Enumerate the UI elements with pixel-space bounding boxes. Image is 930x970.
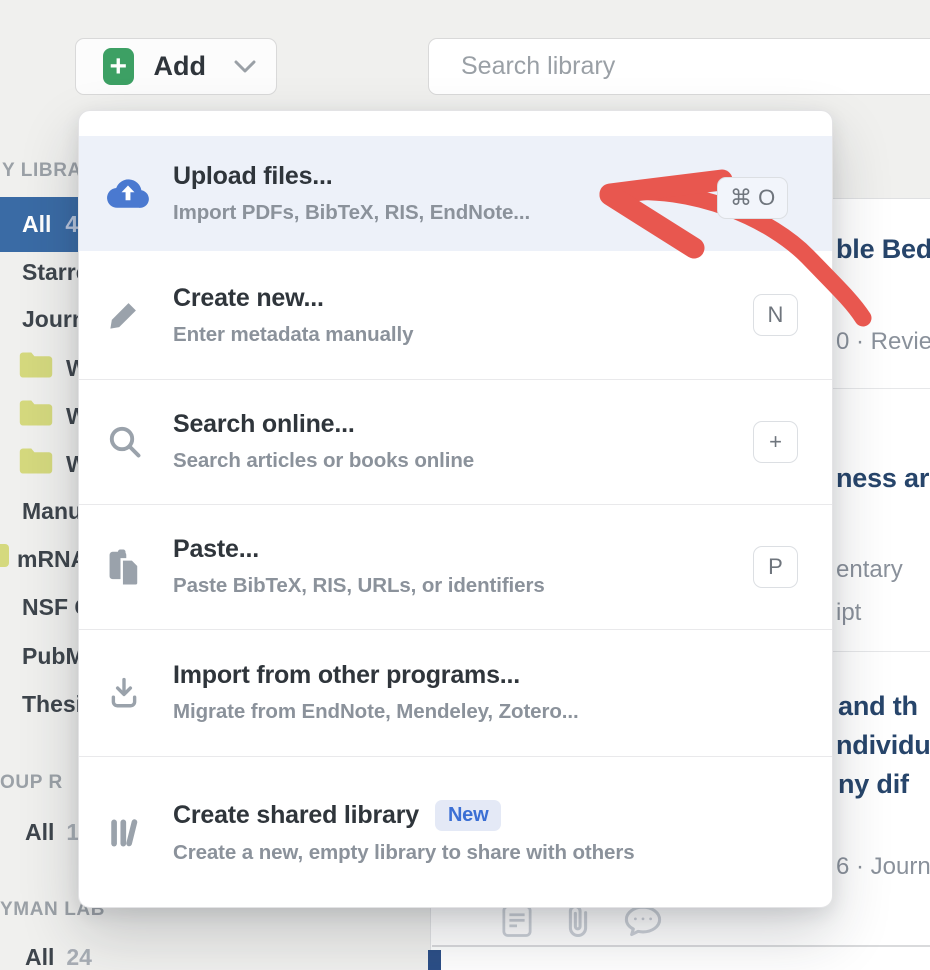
- menu-item-subtitle: Paste BibTeX, RIS, URLs, or identifiers: [173, 574, 753, 598]
- reference-title-fragment[interactable]: ble Bed: [836, 234, 930, 265]
- attachment-toolbar: [500, 903, 664, 939]
- list-divider: [432, 945, 930, 947]
- menu-item-import-programs[interactable]: Import from other programs... Migrate fr…: [79, 629, 832, 756]
- shared-library-icon: [107, 815, 153, 851]
- sidebar-item-mrna[interactable]: mRNA: [17, 546, 87, 573]
- search-input[interactable]: [461, 52, 861, 81]
- reference-title-fragment[interactable]: ness ar: [836, 463, 929, 494]
- next-item-marker: [428, 950, 441, 970]
- app-window: ble Bed 0 · Revie ness ar entary ipt and…: [0, 0, 930, 970]
- reference-title-fragment[interactable]: ndividu: [836, 730, 930, 761]
- search-field[interactable]: [428, 38, 930, 95]
- sidebar-item-pubmed[interactable]: PubM: [22, 643, 85, 670]
- add-dropdown-menu: Upload files... Import PDFs, BibTeX, RIS…: [78, 110, 833, 908]
- menu-item-title: Search online...: [173, 410, 753, 439]
- menu-item-title: Create new...: [173, 284, 753, 313]
- shortcut-badge: N: [753, 294, 798, 336]
- paperclip-icon[interactable]: [564, 903, 592, 939]
- cloud-upload-icon: [107, 177, 153, 211]
- item-count: 24: [66, 944, 92, 970]
- sidebar-item-journal[interactable]: Journ: [22, 306, 86, 333]
- plus-icon: +: [103, 48, 134, 85]
- comment-icon[interactable]: [622, 903, 664, 939]
- menu-item-title: Import from other programs...: [173, 661, 798, 690]
- sidebar-item-thesis[interactable]: Thesi: [22, 691, 82, 718]
- menu-item-title: Paste...: [173, 535, 753, 564]
- sidebar-header-my-library: Y LIBRA: [2, 160, 82, 182]
- sidebar-item-all-selected[interactable]: All 46: [0, 197, 90, 252]
- menu-item-create-shared-library[interactable]: Create shared library New Create a new, …: [79, 756, 832, 908]
- notes-icon[interactable]: [500, 903, 534, 939]
- reference-title-fragment[interactable]: ny dif: [838, 769, 909, 800]
- menu-item-subtitle: Import PDFs, BibTeX, RIS, EndNote...: [173, 201, 798, 225]
- menu-item-search-online[interactable]: Search online... Search articles or book…: [79, 379, 832, 504]
- menu-item-subtitle: Migrate from EndNote, Mendeley, Zotero..…: [173, 700, 798, 724]
- add-button[interactable]: + Add: [75, 38, 277, 95]
- pencil-icon: [107, 298, 153, 332]
- sidebar-item-lab-all[interactable]: All24: [25, 944, 92, 970]
- clipboard-icon: [107, 548, 153, 586]
- import-icon: [107, 675, 153, 711]
- label-icon: [0, 544, 9, 567]
- menu-item-title: Create shared library: [173, 801, 419, 830]
- menu-item-create-new[interactable]: Create new... Enter metadata manually N: [79, 251, 832, 379]
- reference-meta-fragment: 0 · Revie: [836, 328, 930, 356]
- new-badge: New: [435, 800, 502, 831]
- reference-meta-fragment: 6 · Journ: [836, 853, 930, 881]
- shortcut-badge: ⌘ O: [717, 177, 788, 219]
- folder-icon: [18, 351, 54, 385]
- folder-icon: [18, 447, 54, 481]
- menu-item-subtitle: Search articles or books online: [173, 449, 753, 473]
- reference-title-fragment[interactable]: and th: [838, 691, 918, 722]
- search-icon: [107, 424, 153, 460]
- folder-icon: [18, 399, 54, 433]
- shortcut-badge: P: [753, 546, 798, 588]
- menu-item-title: Upload files...: [173, 162, 798, 191]
- shortcut-badge: +: [753, 421, 798, 463]
- sidebar-item-manuscripts[interactable]: Manu: [22, 498, 82, 525]
- chevron-down-icon: [234, 60, 256, 73]
- reference-meta-fragment: entary: [836, 556, 903, 584]
- menu-item-paste[interactable]: Paste... Paste BibTeX, RIS, URLs, or ide…: [79, 504, 832, 629]
- menu-item-subtitle: Create a new, empty library to share wit…: [173, 841, 798, 865]
- menu-item-subtitle: Enter metadata manually: [173, 323, 753, 347]
- reference-meta-fragment: ipt: [836, 599, 861, 627]
- sidebar-header-group: OUP R: [0, 772, 63, 794]
